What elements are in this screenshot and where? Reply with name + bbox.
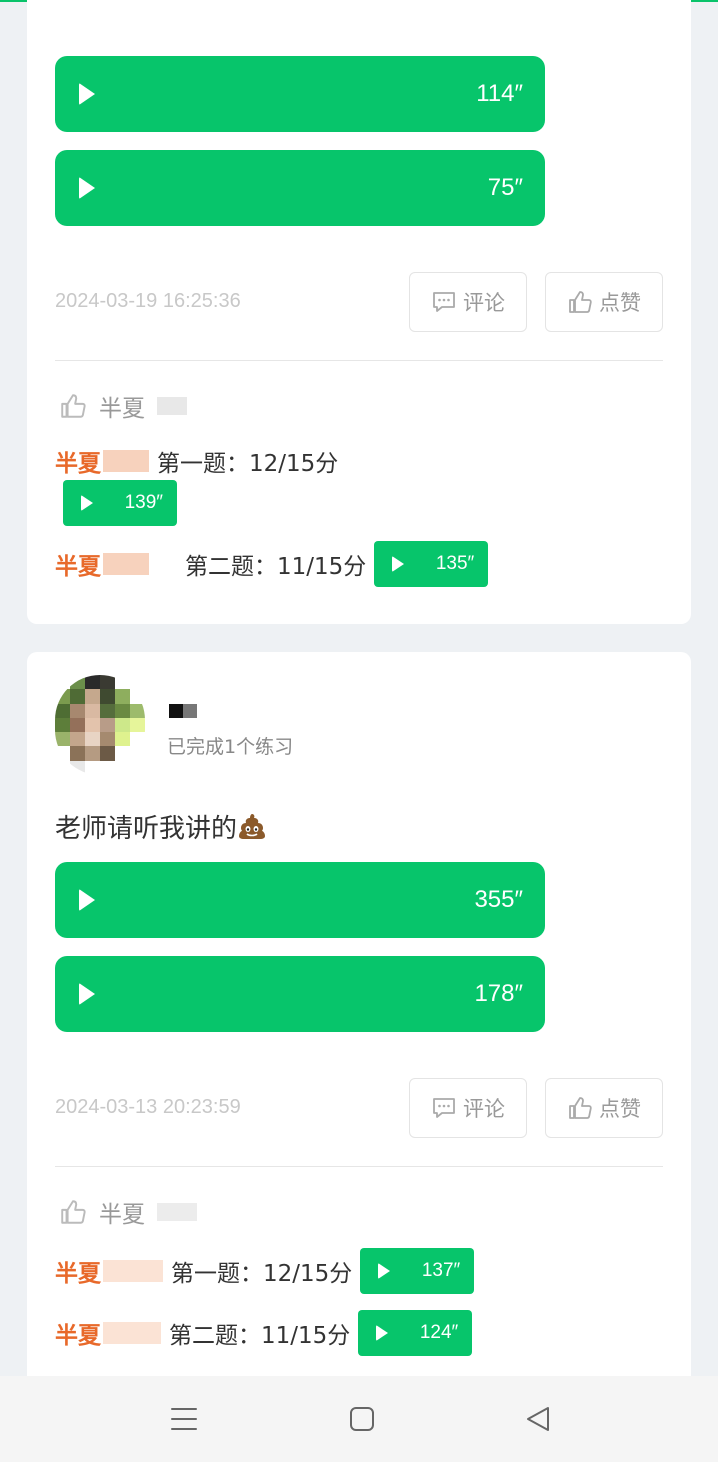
play-icon [392,556,405,572]
reply-voice[interactable]: 139″ [63,480,177,526]
reply-row: 半夏 第二题：11/15分 124″ [55,1310,473,1356]
thumbs-up-icon [61,1200,86,1224]
voice-message[interactable]: 355″ [55,862,545,938]
reply-voice[interactable]: 137″ [360,1248,475,1294]
reply-username[interactable]: 半夏 [55,547,101,581]
like-label: 点赞 [599,291,641,315]
redacted-block [103,1322,161,1344]
play-icon [79,83,95,105]
play-icon [79,889,95,911]
voice-duration: 139″ [124,492,163,513]
redacted-block [103,553,149,575]
comment-icon [433,1098,455,1118]
reply-question: 第二题：11/15分 [169,1323,351,1349]
post-date: 2024-03-13 20:23:59 [55,1096,241,1118]
voice-duration: 124″ [419,1322,459,1343]
voice-duration: 135″ [435,553,475,574]
thumbs-up-icon [569,1097,592,1119]
avatar[interactable] [55,675,145,775]
thumbs-up-icon [569,291,592,313]
likes-row: 半夏 [59,389,187,423]
post-card: 114″ 75″ 2024-03-19 16:25:36 评论 点赞 半夏 半夏… [27,0,691,624]
post-card: 已完成1个练习 老师请听我讲的 355″ 178″ 2024-03-13 20:… [27,652,691,1392]
reply-question: 第二题：11/15分 [185,554,367,580]
reply-username[interactable]: 半夏 [55,1316,101,1350]
redacted-block [157,1203,197,1221]
home-square-icon[interactable] [348,1404,376,1434]
like-label: 点赞 [599,1097,641,1121]
voice-message[interactable]: 75″ [55,150,545,226]
voice-duration: 178″ [474,980,523,1007]
post-text: 老师请听我讲的 [55,808,267,845]
voice-duration: 137″ [421,1260,461,1281]
system-navigation-bar [0,1376,718,1462]
play-icon [378,1263,391,1279]
author-subtitle: 已完成1个练习 [167,736,294,758]
voice-message[interactable]: 114″ [55,56,545,132]
post-body: 老师请听我讲的 [55,814,238,844]
voice-duration: 75″ [487,174,523,201]
like-button[interactable]: 点赞 [545,1078,663,1138]
voice-duration: 114″ [476,80,523,107]
back-triangle-icon[interactable] [524,1404,552,1434]
reply-username[interactable]: 半夏 [55,1254,101,1288]
comment-label: 评论 [463,291,505,315]
play-icon [79,177,95,199]
play-icon [81,495,93,511]
author-name-redacted[interactable] [169,704,197,718]
post-date: 2024-03-19 16:25:36 [55,290,241,312]
comment-button[interactable]: 评论 [409,1078,527,1138]
menu-icon[interactable] [170,1404,198,1434]
reply-row: 半夏 第一题：12/15分 [55,444,346,478]
liker-name[interactable]: 半夏 [99,1195,145,1229]
redacted-block [157,397,187,415]
redacted-block [103,450,149,472]
reply-row: 半夏 第一题：12/15分 137″ [55,1248,475,1294]
reply-question: 第一题：12/15分 [157,451,339,477]
play-icon [376,1325,389,1341]
reply-question: 第一题：12/15分 [171,1261,353,1287]
pile-of-poo-icon [239,814,266,839]
voice-duration: 355″ [474,886,523,913]
liker-name[interactable]: 半夏 [99,389,145,423]
thumbs-up-icon [61,394,86,418]
reply-row: 半夏 第二题：11/15分 135″ [55,541,489,587]
reply-voice[interactable]: 124″ [358,1310,473,1356]
reply-username[interactable]: 半夏 [55,444,101,478]
comment-label: 评论 [463,1097,505,1121]
divider [55,360,663,361]
play-icon [79,983,95,1005]
comment-icon [433,292,455,312]
likes-row: 半夏 [59,1195,197,1229]
redacted-block [103,1260,163,1282]
divider [55,1166,663,1167]
voice-message[interactable]: 178″ [55,956,545,1032]
like-button[interactable]: 点赞 [545,272,663,332]
comment-button[interactable]: 评论 [409,272,527,332]
reply-voice[interactable]: 135″ [374,541,489,587]
